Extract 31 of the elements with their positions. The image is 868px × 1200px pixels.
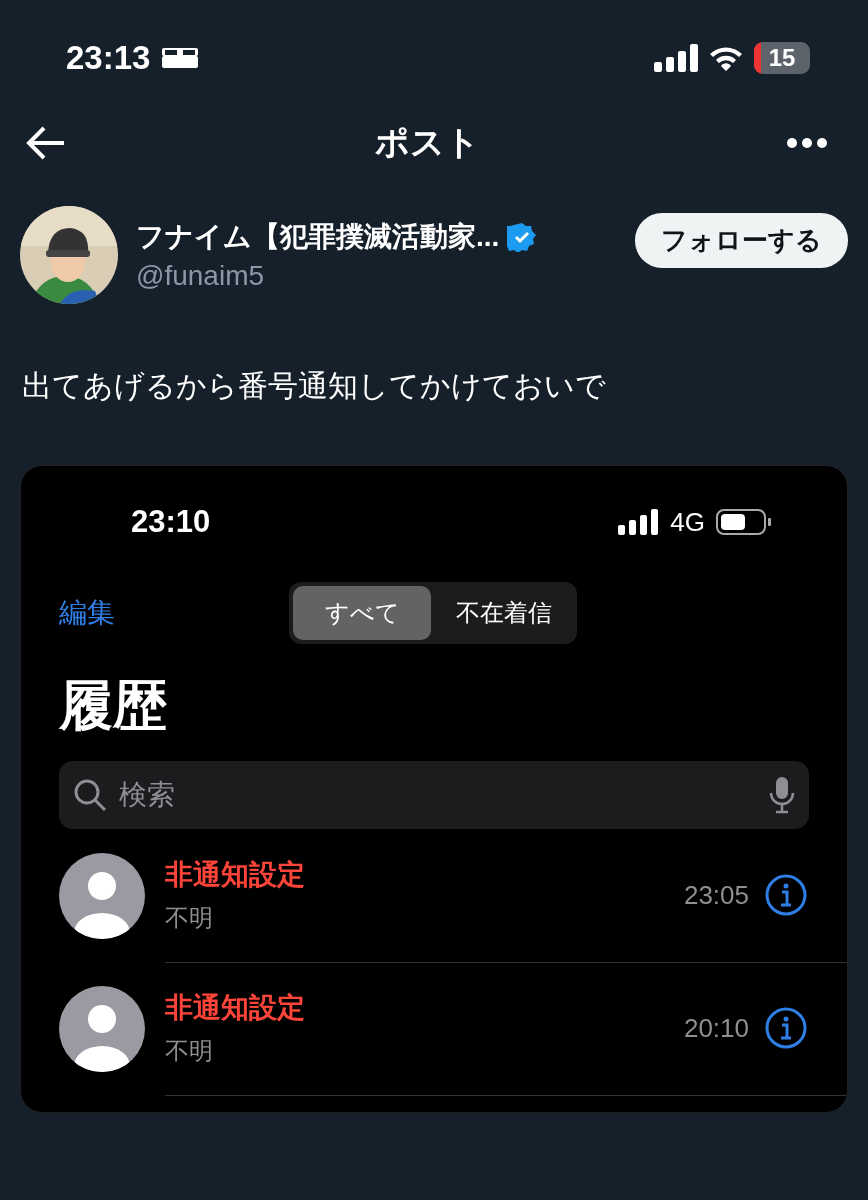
network-label: 4G — [670, 506, 705, 538]
clock: 23:10 — [131, 504, 212, 540]
segment-tab[interactable]: 不在着信 — [435, 586, 573, 640]
search-icon — [73, 778, 107, 812]
post-text: 出てあげるから番号通知してかけておいで — [22, 368, 607, 404]
search-field[interactable]: 検索 — [59, 761, 809, 829]
clock: 23:13 — [66, 39, 151, 77]
edit-link[interactable]: 編集 — [59, 594, 289, 632]
segment-tab[interactable]: すべて — [293, 586, 431, 640]
caller-type: 不明 — [165, 1036, 214, 1066]
signal-icon — [654, 44, 698, 72]
caller-name[interactable]: 非通知設定 — [165, 989, 668, 1027]
signal-icon — [618, 509, 661, 535]
page-title: ポスト — [374, 122, 480, 163]
more-icon[interactable] — [786, 137, 828, 149]
caller-type: 不明 — [165, 903, 214, 933]
info-icon[interactable] — [765, 874, 807, 916]
microphone-icon — [769, 776, 795, 814]
call-time: 20:10 — [683, 1012, 749, 1044]
battery-icon — [715, 508, 773, 536]
screenshot-card[interactable]: 23:10 4G 編集 すべて 不在着信 履歴 検索 非通知設定 不明 23:05 非通知設定 不明 20:10 — [20, 465, 848, 1113]
battery-icon: 15 — [754, 42, 810, 74]
screen-title: 履歴 — [59, 674, 168, 737]
bed-icon — [160, 46, 201, 70]
info-icon[interactable] — [765, 1007, 807, 1049]
caller-name[interactable]: 非通知設定 — [165, 856, 668, 894]
author-name[interactable]: フナイム【犯罪撲滅活動家... — [136, 218, 500, 256]
search-input[interactable]: 検索 — [117, 778, 759, 812]
follow-button[interactable]: フォローする — [635, 212, 848, 268]
author-handle[interactable]: @funaim5 — [136, 260, 617, 292]
call-time: 23:05 — [683, 879, 749, 911]
